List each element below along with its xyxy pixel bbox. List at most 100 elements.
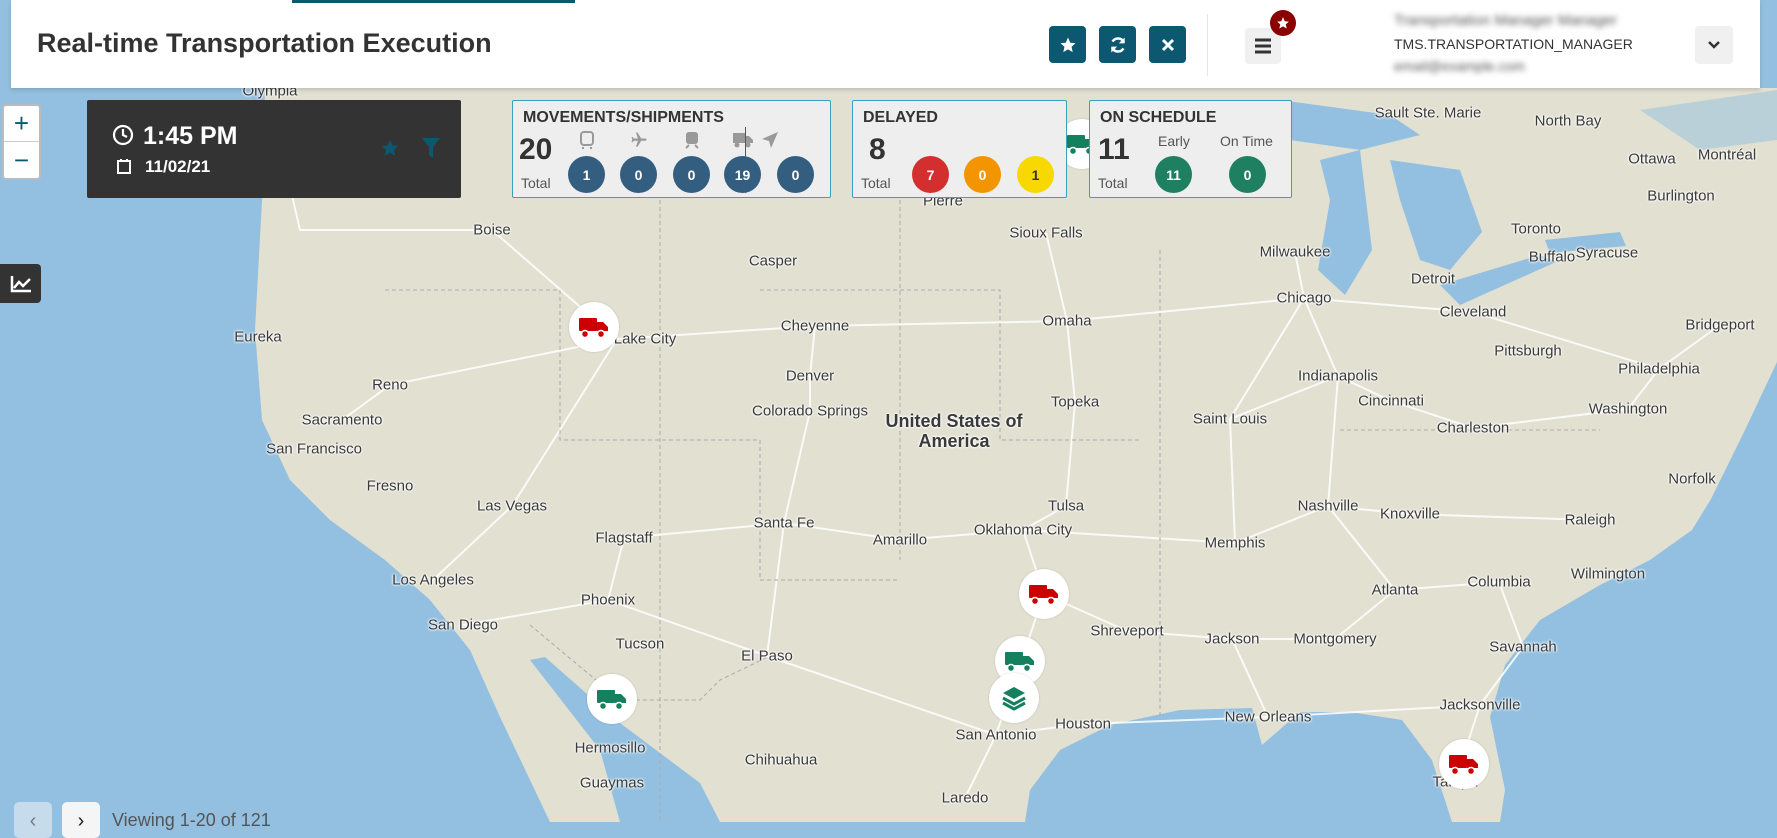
panel-title: ON SCHEDULE [1100, 109, 1217, 126]
user-name: Transportation Manager Manager [1394, 12, 1617, 29]
favorite-button[interactable] [1049, 26, 1086, 63]
chevron-down-icon [1708, 41, 1720, 49]
zoom-in-button[interactable]: + [4, 106, 39, 142]
hamburger-icon [1255, 38, 1271, 54]
country-label: United States of America [885, 411, 1023, 451]
city-label: San Francisco [266, 440, 362, 458]
city-label: Omaha [1042, 312, 1092, 330]
time-panel: 1:45 PM 11/02/21 [87, 100, 461, 198]
city-label: Detroit [1410, 270, 1456, 288]
city-label: Jackson [1204, 630, 1260, 648]
truck-icon [1029, 585, 1058, 606]
clock-icon [112, 124, 134, 146]
current-date: 11/02/21 [145, 157, 211, 176]
filter-icon[interactable] [422, 138, 440, 158]
shipment-marker-delayed[interactable] [1439, 739, 1489, 789]
close-icon [1161, 38, 1174, 51]
city-label: Hermosillo [574, 739, 646, 757]
city-label: Oklahoma City [973, 521, 1073, 539]
movements-panel[interactable]: MOVEMENTS/SHIPMENTS 20 Total 1 0 0 19 0 [512, 100, 831, 198]
city-label: North Bay [1534, 112, 1602, 130]
delayed-panel[interactable]: DELAYED 8 Total 7 0 1 [852, 100, 1067, 198]
shipment-marker-delayed[interactable] [1019, 569, 1069, 619]
refresh-button[interactable] [1099, 26, 1136, 63]
city-label: Boise [473, 221, 511, 239]
user-email: email@example.com [1394, 58, 1525, 74]
shipment-marker-on-time[interactable] [587, 674, 637, 724]
analytics-button[interactable] [0, 264, 41, 303]
bus-count[interactable]: 1 [568, 156, 605, 193]
zoom-out-button[interactable]: − [4, 142, 39, 178]
star-icon[interactable] [380, 138, 400, 158]
current-time: 1:45 PM [143, 122, 238, 150]
city-label: Amarillo [872, 531, 928, 549]
city-label: Milwaukee [1259, 243, 1331, 261]
city-label: Syracuse [1575, 244, 1639, 262]
city-label: Santa Fe [753, 514, 815, 532]
truck-count[interactable]: 19 [724, 156, 761, 193]
city-label: Sault Ste. Marie [1374, 104, 1482, 122]
city-label: San Antonio [955, 726, 1037, 744]
city-label: Atlanta [1371, 581, 1419, 599]
city-label: Chicago [1276, 289, 1332, 307]
city-label: Indianapolis [1297, 367, 1379, 385]
city-label: El Paso [741, 647, 793, 665]
movements-total: 20 [519, 133, 553, 166]
calendar-icon [117, 159, 131, 174]
truck-icon [1449, 755, 1478, 776]
city-label: Sacramento [301, 411, 383, 429]
city-label: Norfolk [1668, 470, 1716, 488]
city-label: New Orleans [1224, 708, 1312, 726]
city-label: Charleston [1436, 419, 1510, 437]
on-time-count[interactable]: 0 [1229, 156, 1266, 193]
city-label: Chihuahua [744, 751, 818, 769]
city-label: Bridgeport [1685, 316, 1755, 334]
city-label: Washington [1588, 400, 1668, 418]
city-label: Cincinnati [1358, 392, 1424, 410]
truck-icon [1005, 652, 1034, 673]
next-page-button[interactable]: › [62, 802, 100, 838]
user-dropdown-button[interactable] [1695, 26, 1733, 64]
city-label: San Diego [427, 616, 499, 634]
star-icon [1060, 37, 1075, 52]
panel-title: DELAYED [863, 109, 938, 126]
city-label: Knoxville [1379, 505, 1441, 523]
layers-icon [1002, 687, 1026, 711]
city-label: Montréal [1697, 146, 1757, 164]
city-label: Houston [1055, 715, 1111, 733]
cluster-marker-on-time[interactable] [989, 673, 1039, 723]
city-label: Savannah [1489, 638, 1557, 656]
city-label: Buffalo [1528, 248, 1576, 266]
city-label: Cheyenne [780, 317, 850, 335]
delayed-yellow-count[interactable]: 1 [1017, 156, 1054, 193]
other-count[interactable]: 0 [777, 156, 814, 193]
truck-icon [579, 318, 608, 339]
city-label: Phoenix [580, 591, 636, 609]
delayed-orange-count[interactable]: 0 [964, 156, 1001, 193]
header: Real-time Transportation Execution Trans… [11, 0, 1760, 88]
favorites-badge[interactable] [1270, 10, 1296, 36]
on-schedule-panel[interactable]: ON SCHEDULE 11 Total Early On Time 11 0 [1089, 100, 1292, 198]
city-label: Nashville [1297, 497, 1359, 515]
city-label: Sioux Falls [1009, 224, 1083, 242]
pagination-text: Viewing 1-20 of 121 [112, 810, 271, 830]
prev-page-button[interactable]: ‹ [14, 802, 52, 838]
city-label: Memphis [1204, 534, 1266, 552]
rail-count[interactable]: 0 [673, 156, 710, 193]
city-label: Columbia [1467, 573, 1531, 591]
air-count[interactable]: 0 [620, 156, 657, 193]
city-label: Eureka [234, 328, 282, 346]
city-label: Jacksonville [1439, 696, 1521, 714]
shipment-marker-delayed[interactable] [569, 302, 619, 352]
city-label: Shreveport [1090, 622, 1164, 640]
close-button[interactable] [1149, 26, 1186, 63]
city-label: Philadelphia [1618, 360, 1700, 378]
city-label: Wilmington [1570, 565, 1646, 583]
early-count[interactable]: 11 [1155, 156, 1192, 193]
city-label: Burlington [1647, 187, 1715, 205]
page-title: Real-time Transportation Execution [37, 28, 492, 58]
city-label: Los Angeles [392, 571, 474, 589]
truck-icon [597, 690, 626, 711]
city-label: Montgomery [1293, 630, 1377, 648]
delayed-red-count[interactable]: 7 [912, 156, 949, 193]
